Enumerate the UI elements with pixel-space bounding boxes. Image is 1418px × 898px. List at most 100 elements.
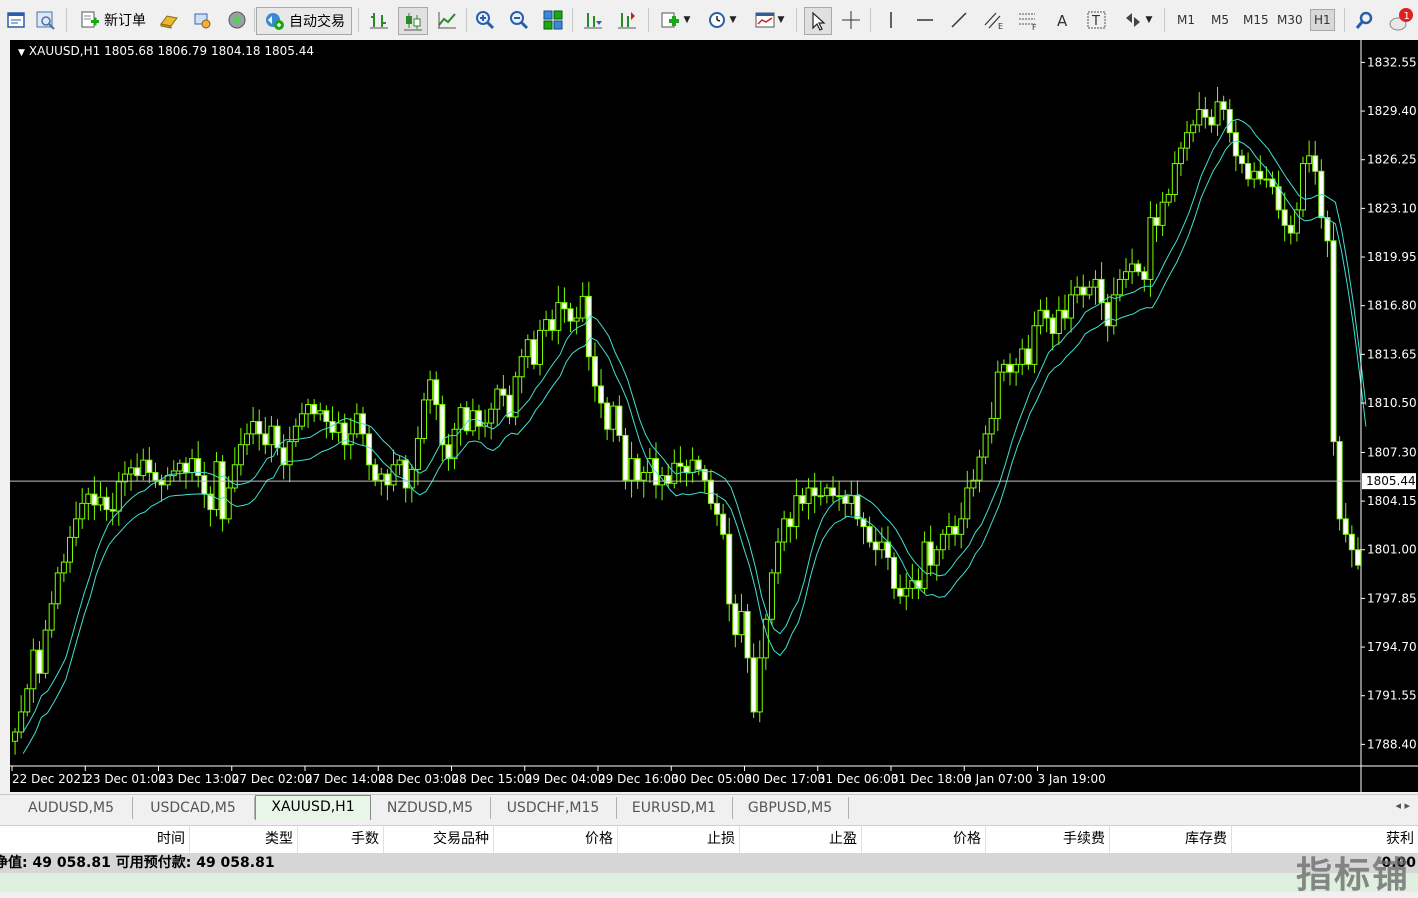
horizontal-line-tool-button[interactable] xyxy=(912,6,938,34)
clock-icon xyxy=(708,12,725,28)
fibonacci-tool-button[interactable]: F xyxy=(1014,6,1042,34)
timeframe-m1[interactable]: M1 xyxy=(1174,10,1198,30)
data-window-button[interactable] xyxy=(190,6,216,34)
timeframe-m5[interactable]: M5 xyxy=(1208,10,1232,30)
bar-chart-button[interactable] xyxy=(366,6,392,34)
column-commission[interactable]: 手续费 xyxy=(986,826,1110,853)
new-order-label: 新订单 xyxy=(104,13,146,29)
column-type[interactable]: 类型 xyxy=(190,826,298,853)
column-take-profit[interactable]: 止盈 xyxy=(740,826,862,853)
line-chart-button[interactable] xyxy=(434,6,460,34)
tab-usdchf-m15[interactable]: USDCHF,M15 xyxy=(490,797,617,819)
arrows-tool-button[interactable]: ▼ xyxy=(1118,6,1156,34)
tab-eurusd-m1[interactable]: EURUSD,M1 xyxy=(616,797,733,819)
tile-windows-button[interactable] xyxy=(540,6,566,34)
candle-body xyxy=(1184,132,1191,149)
column-symbol[interactable]: 交易品种 xyxy=(384,826,494,853)
periods-button[interactable]: ▼ xyxy=(702,6,740,34)
cursor-tool-button[interactable] xyxy=(804,7,832,35)
column-current-price[interactable]: 价格 xyxy=(862,826,986,853)
candle-body xyxy=(445,444,452,460)
candle-body xyxy=(1306,155,1313,165)
candle-body xyxy=(1092,278,1099,288)
candle-body xyxy=(1049,317,1056,334)
market-watch-button[interactable] xyxy=(156,6,182,34)
search-button[interactable] xyxy=(1352,6,1378,34)
profiles-button[interactable] xyxy=(34,6,58,34)
column-time[interactable]: 时间 xyxy=(0,826,190,853)
candle-body xyxy=(707,479,714,504)
auto-scroll-button[interactable] xyxy=(580,6,606,34)
candle-body xyxy=(848,495,855,504)
navigator-button[interactable] xyxy=(224,6,250,34)
candle-body xyxy=(604,402,611,430)
candle-body xyxy=(1129,263,1136,273)
current-price-label: 1805.44 xyxy=(1366,474,1416,488)
chart-menu-triangle-icon[interactable]: ▼ xyxy=(18,48,25,58)
tab-gbpusd-m5[interactable]: GBPUSD,M5 xyxy=(732,797,849,819)
column-stop-loss[interactable]: 止损 xyxy=(618,826,740,853)
candle-body xyxy=(555,302,562,331)
candle-body xyxy=(775,541,782,574)
tab-scroll-arrows[interactable]: ◂ ▸ xyxy=(1395,799,1410,812)
gold-bar-icon xyxy=(160,15,178,29)
candle-body xyxy=(714,502,721,515)
timeframe-h1[interactable]: H1 xyxy=(1310,9,1335,31)
candle-body xyxy=(1245,163,1252,180)
new-chart-button[interactable] xyxy=(4,6,28,34)
tab-xauusd-h1[interactable]: XAUUSD,H1 xyxy=(255,795,371,820)
column-open-price[interactable]: 价格 xyxy=(494,826,618,853)
price-chart[interactable]: 1832.55 1829.40 1826.25 1823.10 1819.95 1816.… xyxy=(10,40,1418,792)
time-tick-label: 28 Dec 03:00 xyxy=(378,772,459,786)
column-swap[interactable]: 库存费 xyxy=(1110,826,1232,853)
trendline-tool-button[interactable] xyxy=(946,6,972,34)
candle-body xyxy=(1293,209,1300,234)
tab-usdcad-m5[interactable]: USDCAD,M5 xyxy=(132,797,255,819)
candle-body xyxy=(549,319,556,331)
candle-body xyxy=(1043,309,1050,319)
candle-body xyxy=(60,561,67,574)
chart-shift-button[interactable] xyxy=(614,6,640,34)
text-icon: A xyxy=(1057,12,1068,30)
candle-body xyxy=(945,526,952,535)
vertical-line-tool-button[interactable] xyxy=(878,6,904,34)
candle-body xyxy=(1336,441,1343,520)
candle-body xyxy=(256,421,263,435)
candle-body xyxy=(799,495,806,504)
line-chart-icon xyxy=(438,12,456,29)
globe-icon xyxy=(228,11,246,29)
zoom-out-icon xyxy=(510,11,529,30)
timeframe-m15[interactable]: M15 xyxy=(1240,10,1272,30)
candle-body xyxy=(128,467,135,475)
new-order-button[interactable]: 新订单 xyxy=(76,6,150,34)
text-tool-button[interactable]: A xyxy=(1050,6,1076,34)
equidistant-channel-tool-button[interactable]: E xyxy=(980,6,1008,34)
candle-body xyxy=(36,649,43,674)
candle-body xyxy=(793,495,800,528)
tab-nzdusd-m5[interactable]: NZDUSD,M5 xyxy=(370,797,491,819)
zoom-in-button[interactable] xyxy=(472,6,498,34)
candle-body xyxy=(1208,116,1215,126)
candlestick-chart-button[interactable] xyxy=(398,7,428,35)
crosshair-tool-button[interactable] xyxy=(838,6,864,34)
templates-button[interactable]: ▼ xyxy=(750,6,788,34)
candle-body xyxy=(921,541,928,589)
candle-body xyxy=(201,475,208,495)
zoom-out-button[interactable] xyxy=(506,6,532,34)
candle-body xyxy=(640,472,647,481)
text-label-tool-button[interactable]: T xyxy=(1084,6,1110,34)
text-label-icon: T xyxy=(1087,11,1106,29)
time-tick-label: 3 Jan 19:00 xyxy=(1037,772,1105,786)
candle-body xyxy=(738,611,745,636)
auto-trading-button[interactable]: 自动交易 xyxy=(256,7,352,35)
column-volume[interactable]: 手数 xyxy=(298,826,384,853)
candle-body xyxy=(335,422,342,433)
tab-audusd-m5[interactable]: AUDUSD,M5 xyxy=(10,797,133,819)
notifications-button[interactable]: 1 xyxy=(1386,6,1416,34)
terminal-table-header: 时间 类型 手数 交易品种 价格 止损 止盈 价格 手续费 库存费 获利 xyxy=(0,825,1418,854)
indicators-button[interactable]: ▼ xyxy=(656,6,694,34)
timeframe-m30[interactable]: M30 xyxy=(1274,10,1306,30)
candle-body xyxy=(1232,132,1239,157)
candle-body xyxy=(73,518,80,538)
chart-window[interactable]: 1832.55 1829.40 1826.25 1823.10 1819.95 1816.… xyxy=(10,40,1418,792)
